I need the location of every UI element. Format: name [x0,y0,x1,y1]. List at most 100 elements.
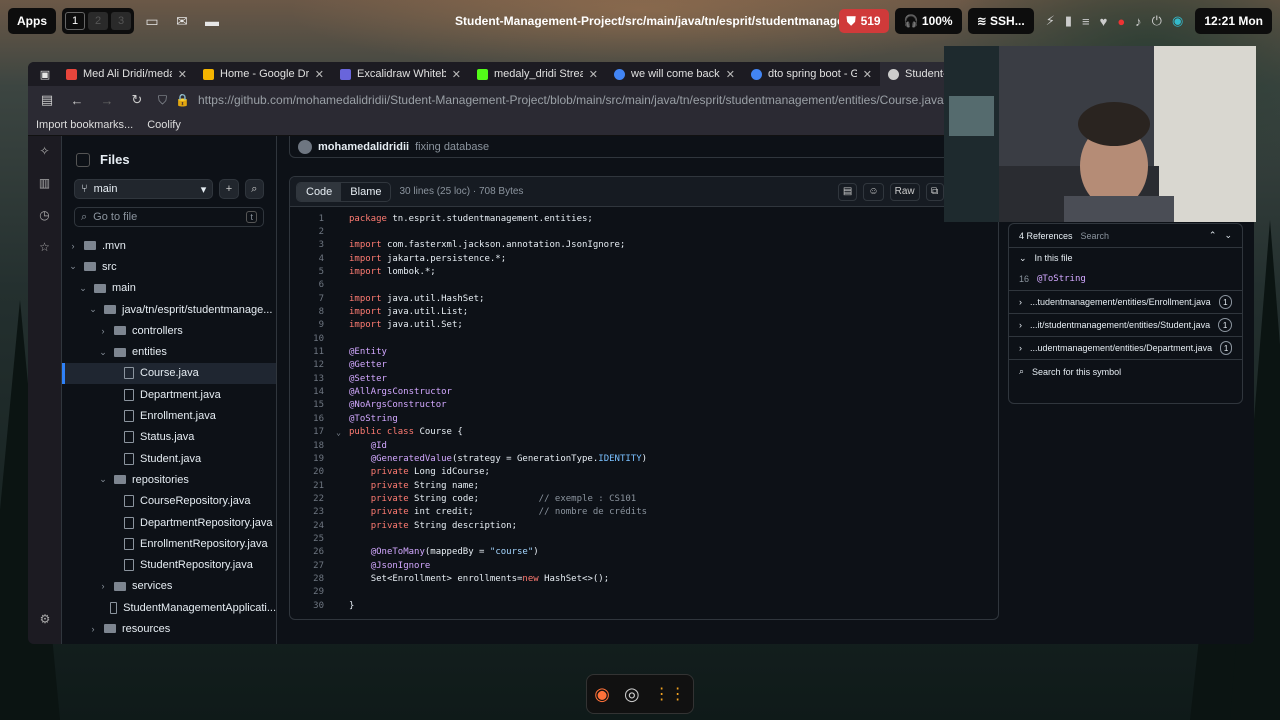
code-line[interactable]: 21 private String name; [290,479,998,492]
forward-icon[interactable]: → [98,93,116,108]
sidebar-toggle-icon[interactable]: ▤ [38,92,56,108]
tree-file[interactable]: StudentManagementApplicati... [62,597,276,618]
commit-message[interactable]: fixing database [415,141,489,153]
fold-icon[interactable]: ⌄ [328,428,349,437]
tree-folder[interactable]: ⌄ java/tn/esprit/studentmanage... [62,299,276,320]
tree-file[interactable]: DepartmentRepository.java [62,512,276,533]
settings-icon[interactable]: ⚙ [28,612,62,636]
history-icon[interactable]: ◷ [28,208,61,232]
panel-collapse-icon[interactable] [76,152,90,167]
close-icon[interactable]: ✕ [315,68,324,81]
chevron-down-icon[interactable]: ⌄ [1224,230,1232,241]
line-number[interactable]: 12 [290,360,328,370]
clock[interactable]: 12:21 Mon [1195,8,1272,34]
line-number[interactable]: 25 [290,534,328,544]
record-icon[interactable]: ● [1117,14,1125,29]
go-to-file-input[interactable]: ⌕ Go to file t [74,207,264,227]
line-number[interactable]: 22 [290,494,328,504]
code-line[interactable]: 8 import java.util.List; [290,305,998,318]
workspace-1[interactable]: 1 [65,12,85,30]
line-number[interactable]: 28 [290,574,328,584]
bookmark-import[interactable]: Import bookmarks... [36,119,133,131]
code-line[interactable]: 29 [290,586,998,599]
tree-file[interactable]: Student.java [62,448,276,469]
line-number[interactable]: 29 [290,587,328,597]
tree-folder[interactable]: ⌄ src [62,256,276,277]
tree-file[interactable]: Course.java [62,362,276,385]
tab-5[interactable]: we will come back - G✕ [606,62,743,86]
tree-folder[interactable]: ⌄ repositories [62,469,276,490]
line-number[interactable]: 1 [290,214,328,224]
window-icon[interactable]: ▭ [140,9,164,33]
chevron-up-icon[interactable]: ⌃ [1209,230,1217,241]
line-number[interactable]: 30 [290,601,328,611]
workspace-3[interactable]: 3 [111,12,131,30]
code-line[interactable]: 26 @OneToMany(mappedBy = "course") [290,546,998,559]
code-line[interactable]: 17 ⌄ public class Course { [290,426,998,439]
line-number[interactable]: 27 [290,561,328,571]
reload-icon[interactable]: ↻ [128,92,146,108]
line-number[interactable]: 11 [290,347,328,357]
line-number[interactable]: 9 [290,320,328,330]
chevron-down-icon[interactable]: ⌄ [1019,253,1027,264]
code-line[interactable]: 20 private Long idCourse; [290,466,998,479]
line-number[interactable]: 13 [290,374,328,384]
line-number[interactable]: 15 [290,400,328,410]
line-number[interactable]: 3 [290,240,328,250]
tab-list-icon[interactable]: ▣ [32,62,58,86]
apps-button[interactable]: Apps [8,8,56,34]
line-number[interactable]: 19 [290,454,328,464]
code-line[interactable]: 23 private int credit; // nombre de créd… [290,506,998,519]
heart-icon[interactable]: ♥ [1100,14,1108,29]
tree-file[interactable]: StudentRepository.java [62,554,276,575]
code-line[interactable]: 12 @Getter [290,359,998,372]
code-line[interactable]: 16 @ToString [290,412,998,425]
workspace-2[interactable]: 2 [88,12,108,30]
line-number[interactable]: 4 [290,254,328,264]
tree-file[interactable]: CourseRepository.java [62,491,276,512]
references-search[interactable]: Search [1081,231,1110,241]
firefox-icon[interactable]: ◉ [594,684,610,705]
bell-icon[interactable]: ♪ [1135,14,1142,29]
tree-file[interactable]: EnrollmentRepository.java [62,533,276,554]
reference-item[interactable]: › ...it/studentmanagement/entities/Studen… [1009,314,1242,337]
tab-2[interactable]: Home - Google Drive✕ [195,62,332,86]
network-indicator[interactable]: ≋ SSH... [967,8,1034,34]
tree-folder[interactable]: › .mvn [62,235,276,256]
code-line[interactable]: 6 [290,279,998,292]
code-line[interactable]: 30} [290,599,998,612]
back-icon[interactable]: ← [68,93,86,108]
inbox-icon[interactable]: ▥ [28,176,61,200]
search-symbol-link[interactable]: ⌕ Search for this symbol [1009,360,1242,383]
line-number[interactable]: 18 [290,441,328,451]
line-number[interactable]: 7 [290,294,328,304]
tab-3[interactable]: Excalidraw Whiteboa✕ [332,62,469,86]
code-line[interactable]: 4 import jakarta.persistence.*; [290,252,998,265]
browser-icon[interactable]: ◎ [624,684,640,705]
code-line[interactable]: 27 @JsonIgnore [290,559,998,572]
code-line[interactable]: 28 Set<Enrollment> enrollments=new HashS… [290,572,998,585]
tree-file[interactable]: Department.java [62,384,276,405]
code-lines[interactable]: 1 package tn.esprit.studentmanagement.ent… [290,207,998,612]
tree-folder[interactable]: › controllers [62,320,276,341]
reference-item[interactable]: › ...tudentmanagement/entities/Enrollment… [1009,291,1242,314]
sparkle-icon[interactable]: ✧ [28,144,61,168]
code-line[interactable]: 9 import java.util.Set; [290,319,998,332]
add-file-button[interactable]: + [219,179,239,199]
search-icon[interactable]: ⌕ [244,179,264,199]
code-line[interactable]: 7 import java.util.HashSet; [290,292,998,305]
code-line[interactable]: 2 [290,225,998,238]
line-number[interactable]: 20 [290,467,328,477]
code-line[interactable]: 13 @Setter [290,372,998,385]
tree-file[interactable]: Enrollment.java [62,405,276,426]
volume-indicator[interactable]: 🎧 100% [894,8,962,34]
power-icon[interactable]: ⏻ [1152,13,1162,29]
line-number[interactable]: 5 [290,267,328,277]
workspace-switcher[interactable]: 1 2 3 [62,8,134,34]
copilot-icon[interactable]: ☺ [863,182,884,201]
code-line[interactable]: 1 package tn.esprit.studentmanagement.ent… [290,212,998,225]
line-number[interactable]: 10 [290,334,328,344]
commit-author[interactable]: mohamedalidridii [318,141,409,153]
code-line[interactable]: 25 [290,532,998,545]
line-number[interactable]: 26 [290,547,328,557]
